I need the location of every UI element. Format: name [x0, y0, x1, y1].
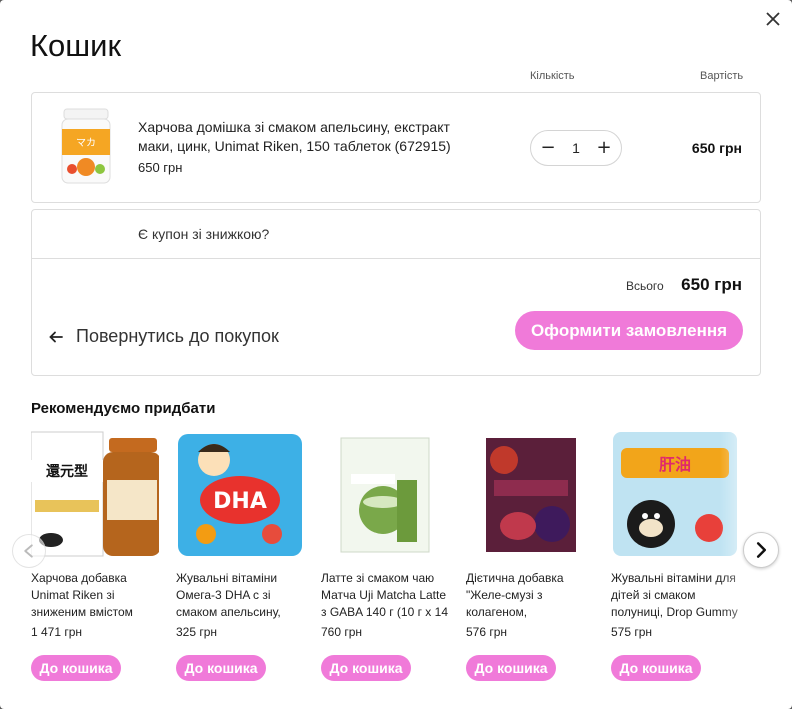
svg-text:還元型: 還元型 [46, 463, 88, 480]
total-value: 650 грн [681, 275, 742, 294]
product-image[interactable]: 還元型 [31, 430, 159, 560]
quantity-stepper: − 1 + [530, 130, 622, 166]
add-to-cart-button[interactable]: До кошика [176, 655, 266, 681]
recommended-product-price: 1 471 грн [31, 625, 83, 639]
chevron-right-icon[interactable] [743, 532, 779, 568]
minus-icon[interactable]: − [539, 139, 557, 157]
page-title: Кошик [30, 28, 122, 63]
checkout-button[interactable]: Оформити замовлення [515, 311, 743, 350]
recommended-product-name[interactable]: Латте зі смаком чаю Матча Uji Matcha Lat… [321, 570, 449, 622]
product-image[interactable] [466, 430, 594, 560]
column-header-quantity: Кількість [530, 70, 575, 82]
quantity-value[interactable]: 1 [572, 140, 580, 156]
add-to-cart-button[interactable]: До кошика [321, 655, 411, 681]
column-header-value: Вартість [700, 70, 744, 82]
cart-item-total: 650 грн [691, 140, 742, 156]
add-to-cart-button[interactable]: До кошика [31, 655, 121, 681]
recommended-product-name[interactable]: Харчова добавка Unimat Riken зі зниженим… [31, 570, 159, 622]
back-label: Повернутись до покупок [76, 326, 279, 346]
recommended-product-price: 575 грн [611, 625, 653, 639]
cart-item-price: 650 грн [138, 160, 183, 175]
chevron-left-icon[interactable] [12, 534, 46, 568]
svg-text:DHA: DHA [213, 489, 267, 514]
plus-icon[interactable]: + [595, 139, 613, 157]
product-image[interactable]: DHA [176, 430, 304, 560]
cart-item: マカ Харчова домішка зі смаком апельсину, … [31, 92, 761, 203]
arrow-left-icon [49, 331, 63, 342]
coupon-row: Є купон зі знижкою? [32, 210, 760, 259]
cart-summary: Є купон зі знижкою? Всього 650 грн Повер… [31, 209, 761, 376]
add-to-cart-button[interactable]: До кошика [466, 655, 556, 681]
add-to-cart-button[interactable]: До кошика [611, 655, 701, 681]
cart-item-name[interactable]: Харчова домішка зі смаком апельсину, екс… [138, 118, 478, 156]
product-image[interactable]: マカ [56, 107, 116, 187]
back-to-shopping-link[interactable]: Повернутись до покупок [48, 326, 279, 347]
recommendations-title: Рекомендуємо придбати [31, 400, 216, 417]
cart-modal: Кошик Кількість Вартість マカ Харчова домі… [0, 0, 792, 709]
recommended-product-price: 576 грн [466, 625, 508, 639]
coupon-link[interactable]: Є купон зі знижкою? [138, 226, 269, 242]
product-image[interactable] [321, 430, 449, 560]
recommended-product-name[interactable]: Дієтична добавка "Желе-смузі з колагеном… [466, 570, 594, 622]
close-icon[interactable] [764, 10, 782, 28]
recommended-product-name[interactable]: Жувальні вітаміни Омега-3 DHA с зі смако… [176, 570, 304, 622]
recommended-product-price: 325 грн [176, 625, 218, 639]
svg-text:マカ: マカ [76, 137, 96, 149]
recommendations-carousel: 還元型 Харчова добавка Unimat Riken зі зниж… [31, 430, 761, 700]
recommended-product-price: 760 грн [321, 625, 363, 639]
total-label: Всього [626, 279, 664, 293]
svg-text:肝油: 肝油 [659, 455, 691, 474]
